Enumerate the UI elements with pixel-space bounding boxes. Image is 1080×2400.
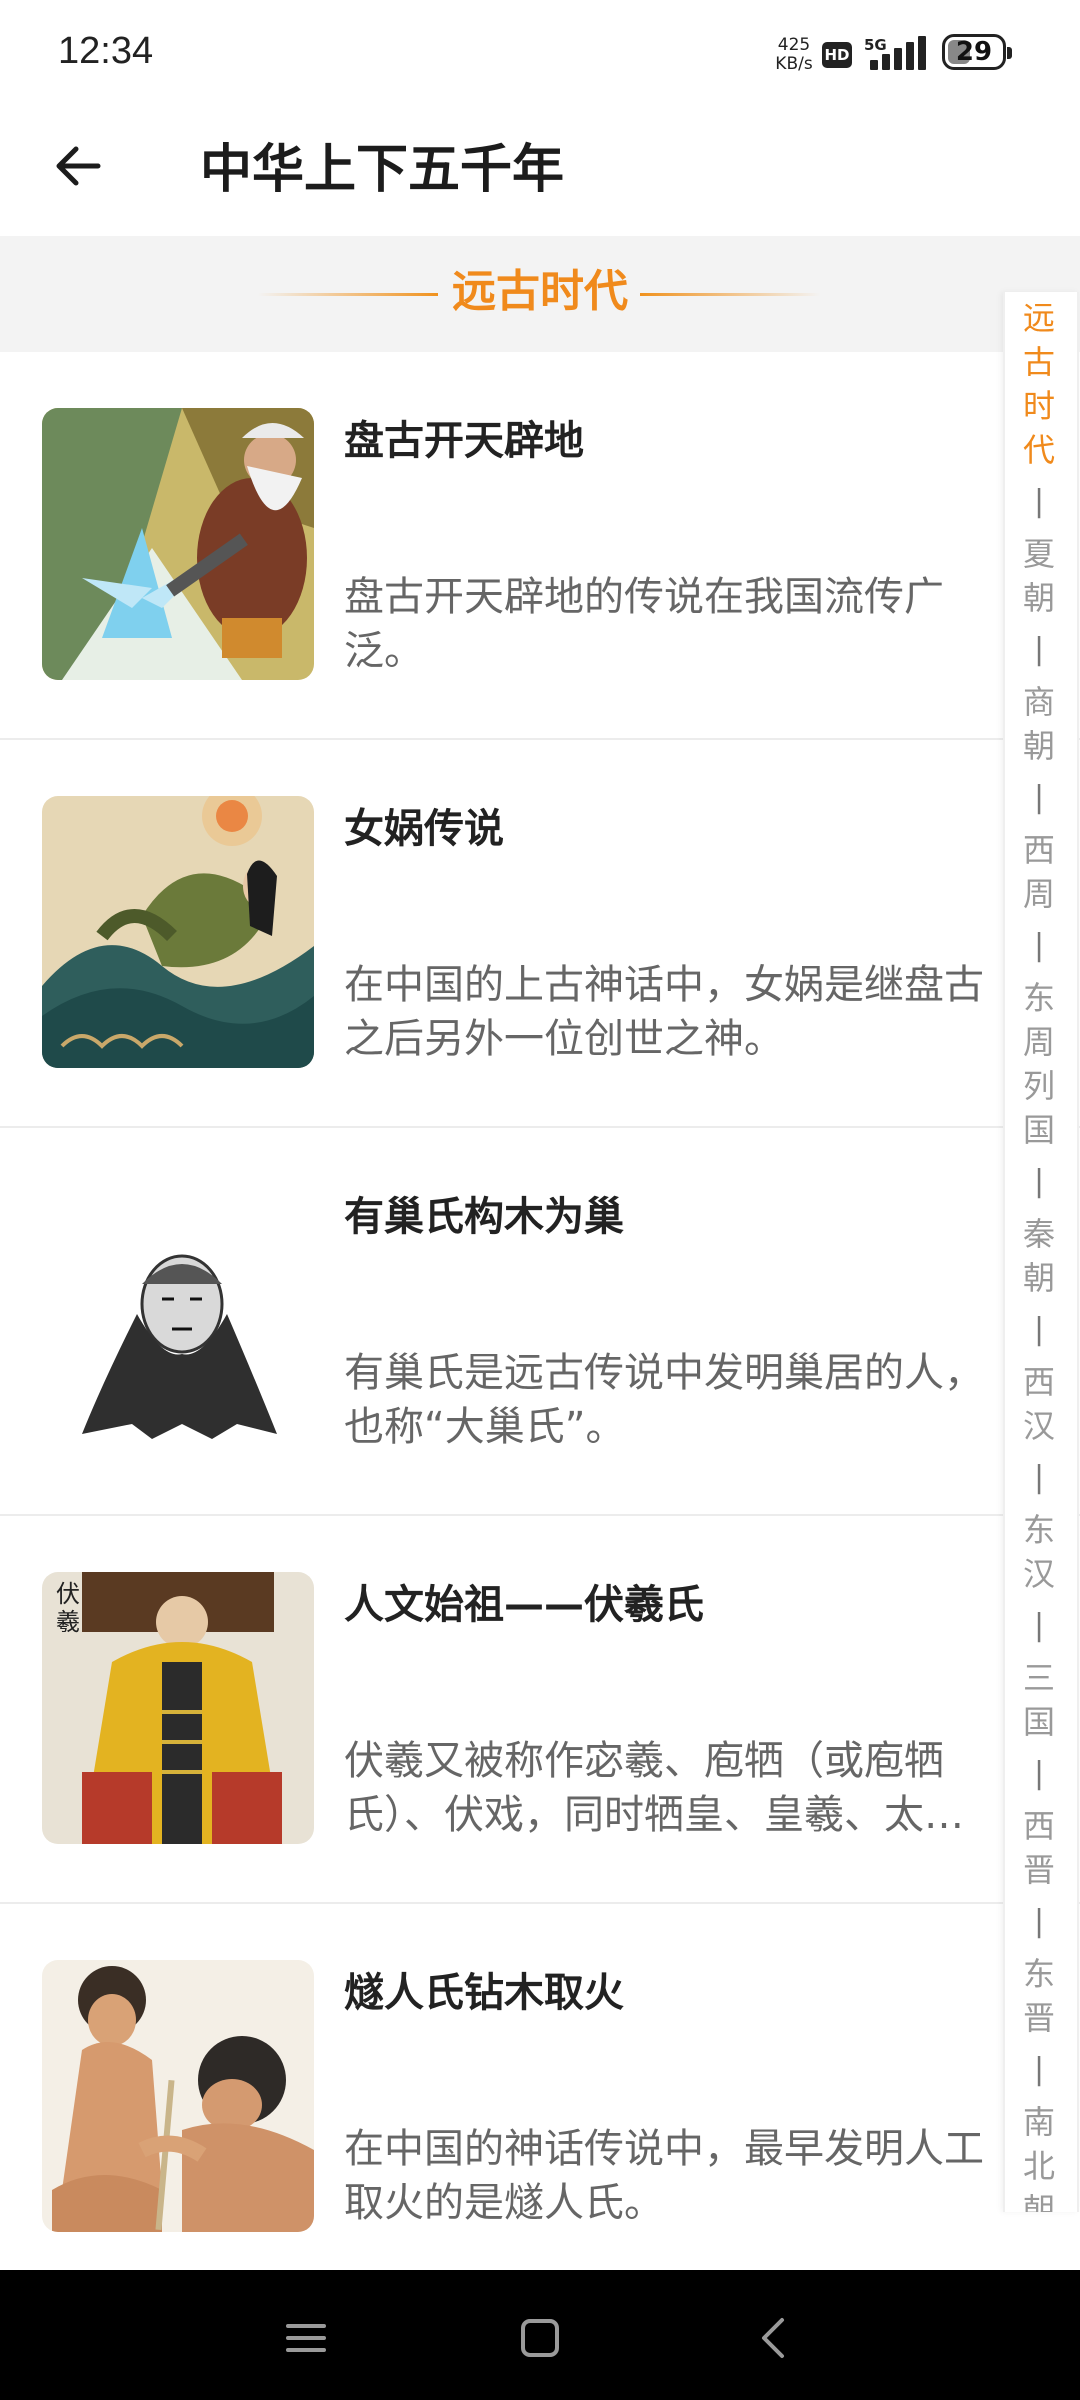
- network-type: 5G: [864, 36, 887, 54]
- item-title: 女娲传说: [344, 806, 504, 852]
- menu-button[interactable]: [276, 2308, 336, 2368]
- timeline-item-qin[interactable]: 秦朝: [1019, 1212, 1059, 1300]
- thumbnail-nuwa: [42, 796, 314, 1068]
- item-title: 盘古开天辟地: [344, 418, 584, 464]
- divider-right: [640, 293, 820, 296]
- story-list: 盘古开天辟地 盘古开天辟地的传说在我国流传广泛。 女娲传说 在中国的上古神话中，…: [0, 352, 1080, 2292]
- svg-text:羲: 羲: [56, 1608, 80, 1636]
- svg-text:伏: 伏: [56, 1580, 80, 1608]
- list-item[interactable]: 女娲传说 在中国的上古神话中，女娲是继盘古之后另外一位创世之神。: [0, 740, 1080, 1128]
- dynasty-timeline[interactable]: 远古时代 | 夏朝 | 商朝 | 西周 | 东周列国 | 秦朝 | 西汉 | 东…: [1003, 292, 1079, 2212]
- timeline-separator: |: [1033, 1164, 1045, 1199]
- timeline-item-donghan[interactable]: 东汉: [1019, 1508, 1059, 1596]
- arrow-left-icon: [56, 146, 101, 186]
- chevron-left-icon: [762, 2318, 784, 2358]
- timeline-item-xijin[interactable]: 西晋: [1019, 1804, 1059, 1892]
- timeline-item-sanguo[interactable]: 三国: [1019, 1656, 1059, 1744]
- item-description: 有巢氏是远古传说中发明巢居的人，也称“大巢氏”。: [344, 1350, 984, 1450]
- network-speed-unit: KB/s: [775, 54, 813, 74]
- timeline-separator: |: [1033, 1756, 1045, 1791]
- list-item[interactable]: 盘古开天辟地 盘古开天辟地的传说在我国流传广泛。: [0, 352, 1080, 740]
- timeline-separator: |: [1033, 632, 1045, 667]
- timeline-separator: |: [1033, 1608, 1045, 1643]
- status-bar: 12:34 425 KB/s HD 5G 29: [0, 0, 1080, 110]
- battery-level: 29: [955, 37, 993, 67]
- system-nav-bar: [0, 2270, 1080, 2400]
- section-header: 远古时代: [0, 236, 1080, 352]
- item-title: 有巢氏构木为巢: [344, 1194, 624, 1240]
- item-description: 在中国的上古神话中，女娲是继盘古之后另外一位创世之神。: [344, 962, 984, 1062]
- status-time: 12:34: [58, 30, 154, 72]
- divider-left: [258, 293, 438, 296]
- item-title: 燧人氏钻木取火: [344, 1970, 624, 2016]
- thumbnail-suiren: [42, 1960, 314, 2232]
- timeline-item-yuangu[interactable]: 远古时代: [1019, 296, 1059, 472]
- timeline-item-dongzhou[interactable]: 东周列国: [1019, 976, 1059, 1152]
- timeline-separator: |: [1033, 780, 1045, 815]
- item-description: 盘古开天辟地的传说在我国流传广泛。: [344, 574, 944, 674]
- hd-badge: HD: [822, 42, 852, 68]
- timeline-separator: |: [1033, 1460, 1045, 1495]
- timeline-item-dongjin[interactable]: 东晋: [1019, 1952, 1059, 2040]
- item-title: 人文始祖——伏羲氏: [344, 1582, 704, 1628]
- home-square-icon: [521, 2319, 559, 2357]
- back-button[interactable]: [48, 136, 108, 196]
- timeline-separator: |: [1033, 484, 1045, 519]
- timeline-item-xizhou[interactable]: 西周: [1019, 828, 1059, 916]
- battery-icon: 29: [942, 34, 1012, 70]
- timeline-separator: |: [1033, 1904, 1045, 1939]
- list-item[interactable]: 燧人氏钻木取火 在中国的神话传说中，最早发明人工取火的是燧人氏。: [0, 1904, 1080, 2292]
- page-title: 中华上下五千年: [200, 140, 565, 200]
- timeline-item-xihan[interactable]: 西汉: [1019, 1360, 1059, 1448]
- item-description: 伏羲又被称作宓羲、庖牺（或庖牺氏）、伏戏，同时牺皇、皇羲、太…: [344, 1738, 964, 1838]
- network-speed-value: 425: [777, 35, 811, 55]
- timeline-separator: |: [1033, 928, 1045, 963]
- timeline-item-xia[interactable]: 夏朝: [1019, 532, 1059, 620]
- back-nav-button[interactable]: [744, 2308, 804, 2368]
- app-header: 中华上下五千年: [0, 110, 1080, 236]
- item-description: 在中国的神话传说中，最早发明人工取火的是燧人氏。: [344, 2126, 984, 2226]
- section-title: 远古时代: [452, 266, 628, 317]
- timeline-separator: |: [1033, 2052, 1045, 2087]
- thumbnail-fuxi: 伏 羲: [42, 1572, 314, 1844]
- menu-icon: [286, 2324, 326, 2352]
- timeline-item-nanbeichao[interactable]: 南北朝: [1019, 2100, 1059, 2212]
- network-speed: 425 KB/s: [772, 36, 816, 74]
- home-button[interactable]: [510, 2308, 570, 2368]
- list-item[interactable]: 伏 羲 人文始祖——伏羲氏 伏羲又被称作宓羲、庖牺（或庖牺氏）、伏戏，同时牺皇、…: [0, 1516, 1080, 1904]
- list-item[interactable]: 有巢氏构木为巢 有巢氏是远古传说中发明巢居的人，也称“大巢氏”。: [0, 1128, 1080, 1516]
- timeline-item-shang[interactable]: 商朝: [1019, 680, 1059, 768]
- thumbnail-youchao: [42, 1184, 314, 1456]
- signal-icon: 5G: [862, 34, 932, 74]
- thumbnail-pangu: [42, 408, 314, 680]
- timeline-separator: |: [1033, 1312, 1045, 1347]
